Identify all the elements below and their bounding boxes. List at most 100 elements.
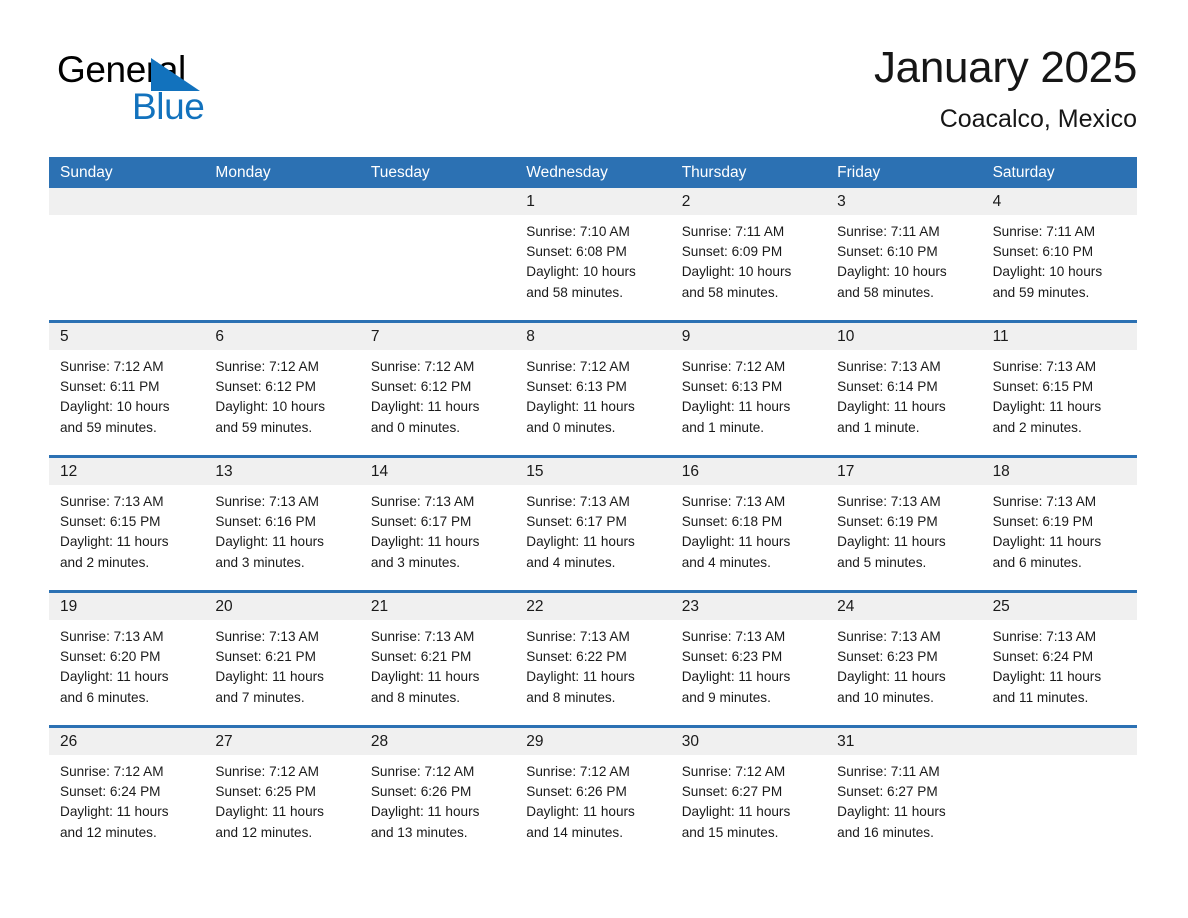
day-info-line: Daylight: 11 hours: [526, 399, 635, 415]
day-cell[interactable]: 25 Sunrise: 7:13 AM Sunset: 6:24 PM Dayligh…: [981, 593, 1137, 725]
day-cell[interactable]: 28 Sunrise: 7:12 AM Sunset: 6:26 PM Dayligh…: [359, 728, 516, 860]
day-info-line: Daylight: 11 hours: [215, 804, 324, 820]
day-cell[interactable]: 18 Sunrise: 7:13 AM Sunset: 6:19 PM Dayligh…: [981, 458, 1137, 590]
day-info-line: and 3 minutes.: [215, 554, 305, 570]
day-info-line: and 59 minutes.: [215, 419, 313, 435]
day-sun-info: Sunrise: 7:13 AM Sunset: 6:24 PM Daylight:…: [982, 620, 1137, 708]
day-number: 31: [826, 728, 982, 755]
day-info-line: Sunrise: 7:13 AM: [681, 629, 786, 644]
day-sun-info: Sunrise: 7:11 AM Sunset: 6:10 PM Daylight:…: [982, 215, 1137, 303]
day-info-line: Daylight: 11 hours: [837, 534, 946, 550]
day-number: 3: [826, 188, 982, 215]
day-sun-info: Sunrise: 7:13 AM Sunset: 6:23 PM Daylight:…: [671, 620, 826, 708]
day-cell[interactable]: 5 Sunrise: 7:12 AM Sunset: 6:11 PM Daylight…: [49, 323, 205, 455]
day-info-line: and 58 minutes.: [526, 284, 624, 300]
day-cell-empty: [49, 188, 205, 320]
day-cell[interactable]: 9 Sunrise: 7:12 AM Sunset: 6:13 PM Daylight…: [670, 323, 827, 455]
day-info-line: Sunrise: 7:13 AM: [992, 494, 1097, 509]
calendar-week-row: 5 Sunrise: 7:12 AM Sunset: 6:11 PM Daylight…: [49, 320, 1137, 455]
day-number: 12: [49, 458, 205, 485]
day-info-line: Sunrise: 7:13 AM: [60, 629, 164, 644]
day-cell[interactable]: 4 Sunrise: 7:11 AM Sunset: 6:10 PM Daylight…: [981, 188, 1137, 320]
day-info-line: Daylight: 11 hours: [837, 804, 946, 820]
day-info-line: and 1 minute.: [837, 419, 920, 435]
day-info-line: Sunset: 6:15 PM: [992, 379, 1094, 395]
day-info-line: Sunrise: 7:13 AM: [837, 494, 941, 509]
day-cell[interactable]: 7 Sunrise: 7:12 AM Sunset: 6:12 PM Daylight…: [359, 323, 516, 455]
day-info-line: Daylight: 11 hours: [60, 534, 169, 550]
day-info-line: Sunset: 6:24 PM: [992, 649, 1094, 665]
weekday-header-row: Sunday Monday Tuesday Wednesday Thursday Frid…: [49, 157, 1137, 188]
day-number: 4: [981, 188, 1137, 215]
day-number: 1: [515, 188, 671, 215]
day-sun-info: [204, 215, 359, 222]
day-cell[interactable]: 30 Sunrise: 7:12 AM Sunset: 6:27 PM Dayligh…: [670, 728, 827, 860]
day-cell-empty: [204, 188, 360, 320]
day-info-line: Sunrise: 7:12 AM: [681, 359, 786, 374]
day-info-line: and 4 minutes.: [526, 554, 616, 570]
general-blue-logo[interactable]: General Blue: [57, 48, 257, 134]
day-sun-info: Sunrise: 7:12 AM Sunset: 6:26 PM Daylight:…: [360, 755, 515, 843]
day-info-line: Sunrise: 7:13 AM: [370, 494, 475, 509]
day-number: 23: [670, 593, 827, 620]
calendar-page: General Blue January 2025 Coacalco, Mexi…: [0, 0, 1188, 918]
day-number: 26: [49, 728, 205, 755]
day-info-line: and 1 minute.: [681, 419, 765, 435]
day-cell[interactable]: 13 Sunrise: 7:13 AM Sunset: 6:16 PM Dayligh…: [204, 458, 360, 590]
day-sun-info: Sunrise: 7:12 AM Sunset: 6:27 PM Daylight:…: [671, 755, 826, 843]
day-cell[interactable]: 26 Sunrise: 7:12 AM Sunset: 6:24 PM Dayligh…: [49, 728, 205, 860]
day-cell[interactable]: 23 Sunrise: 7:13 AM Sunset: 6:23 PM Dayligh…: [670, 593, 827, 725]
day-cell[interactable]: 2 Sunrise: 7:11 AM Sunset: 6:09 PM Daylight…: [670, 188, 827, 320]
day-info-line: Sunrise: 7:12 AM: [526, 764, 630, 779]
day-info-line: Sunset: 6:08 PM: [526, 244, 627, 260]
day-sun-info: Sunrise: 7:11 AM Sunset: 6:10 PM Daylight:…: [826, 215, 981, 303]
day-sun-info: Sunrise: 7:12 AM Sunset: 6:13 PM Daylight:…: [515, 350, 670, 438]
day-sun-info: Sunrise: 7:13 AM Sunset: 6:15 PM Daylight:…: [49, 485, 204, 573]
day-info-line: Sunrise: 7:13 AM: [526, 629, 630, 644]
day-number: [204, 188, 360, 215]
day-info-line: and 14 minutes.: [526, 824, 624, 840]
day-info-line: Sunrise: 7:13 AM: [215, 629, 319, 644]
day-cell[interactable]: 8 Sunrise: 7:12 AM Sunset: 6:13 PM Daylight…: [515, 323, 671, 455]
day-cell[interactable]: 20 Sunrise: 7:13 AM Sunset: 6:21 PM Dayligh…: [204, 593, 360, 725]
day-cell[interactable]: 17 Sunrise: 7:13 AM Sunset: 6:19 PM Dayligh…: [826, 458, 982, 590]
day-cell[interactable]: 15 Sunrise: 7:13 AM Sunset: 6:17 PM Dayligh…: [515, 458, 671, 590]
weekday-header-thursday: Thursday: [681, 164, 747, 181]
day-number: [981, 728, 1137, 755]
day-cell[interactable]: 19 Sunrise: 7:13 AM Sunset: 6:20 PM Dayligh…: [49, 593, 205, 725]
day-info-line: and 7 minutes.: [215, 689, 305, 705]
day-cell[interactable]: 27 Sunrise: 7:12 AM Sunset: 6:25 PM Dayligh…: [204, 728, 360, 860]
day-cell[interactable]: 6 Sunrise: 7:12 AM Sunset: 6:12 PM Daylight…: [204, 323, 360, 455]
day-cell[interactable]: 1 Sunrise: 7:10 AM Sunset: 6:08 PM Daylight…: [515, 188, 671, 320]
day-info-line: Sunset: 6:23 PM: [837, 649, 938, 665]
day-cell[interactable]: 3 Sunrise: 7:11 AM Sunset: 6:10 PM Daylight…: [826, 188, 982, 320]
day-cell[interactable]: 31 Sunrise: 7:11 AM Sunset: 6:27 PM Dayligh…: [826, 728, 982, 860]
day-info-line: Daylight: 11 hours: [370, 669, 480, 685]
day-info-line: and 8 minutes.: [526, 689, 616, 705]
day-cell[interactable]: 10 Sunrise: 7:13 AM Sunset: 6:14 PM Dayligh…: [826, 323, 982, 455]
calendar-week-row: 19 Sunrise: 7:13 AM Sunset: 6:20 PM Dayligh…: [49, 590, 1137, 725]
day-sun-info: Sunrise: 7:11 AM Sunset: 6:27 PM Daylight:…: [826, 755, 981, 843]
day-number: [49, 188, 205, 215]
day-info-line: and 15 minutes.: [681, 824, 779, 840]
calendar-week-row: 1 Sunrise: 7:10 AM Sunset: 6:08 PM Daylight…: [49, 188, 1137, 320]
day-info-line: Sunset: 6:20 PM: [60, 649, 161, 665]
day-cell[interactable]: 24 Sunrise: 7:13 AM Sunset: 6:23 PM Dayligh…: [826, 593, 982, 725]
day-cell[interactable]: 11 Sunrise: 7:13 AM Sunset: 6:15 PM Dayligh…: [981, 323, 1137, 455]
day-cell[interactable]: 16 Sunrise: 7:13 AM Sunset: 6:18 PM Dayligh…: [670, 458, 827, 590]
day-info-line: and 0 minutes.: [526, 419, 616, 435]
day-info-line: Sunrise: 7:13 AM: [992, 359, 1097, 374]
day-cell[interactable]: 21 Sunrise: 7:13 AM Sunset: 6:21 PM Dayligh…: [359, 593, 516, 725]
day-number: 6: [204, 323, 360, 350]
day-info-line: and 59 minutes.: [992, 284, 1090, 300]
day-info-line: Daylight: 11 hours: [526, 804, 635, 820]
day-sun-info: Sunrise: 7:13 AM Sunset: 6:21 PM Daylight:…: [360, 620, 515, 708]
day-sun-info: Sunrise: 7:13 AM Sunset: 6:20 PM Daylight:…: [49, 620, 204, 708]
day-cell[interactable]: 22 Sunrise: 7:13 AM Sunset: 6:22 PM Dayligh…: [515, 593, 671, 725]
day-info-line: Sunrise: 7:13 AM: [992, 629, 1097, 644]
day-info-line: Sunset: 6:18 PM: [681, 514, 783, 530]
day-cell[interactable]: 14 Sunrise: 7:13 AM Sunset: 6:17 PM Dayligh…: [359, 458, 516, 590]
day-cell[interactable]: 12 Sunrise: 7:13 AM Sunset: 6:15 PM Dayligh…: [49, 458, 205, 590]
day-number: 28: [359, 728, 516, 755]
day-cell[interactable]: 29 Sunrise: 7:12 AM Sunset: 6:26 PM Dayligh…: [515, 728, 671, 860]
